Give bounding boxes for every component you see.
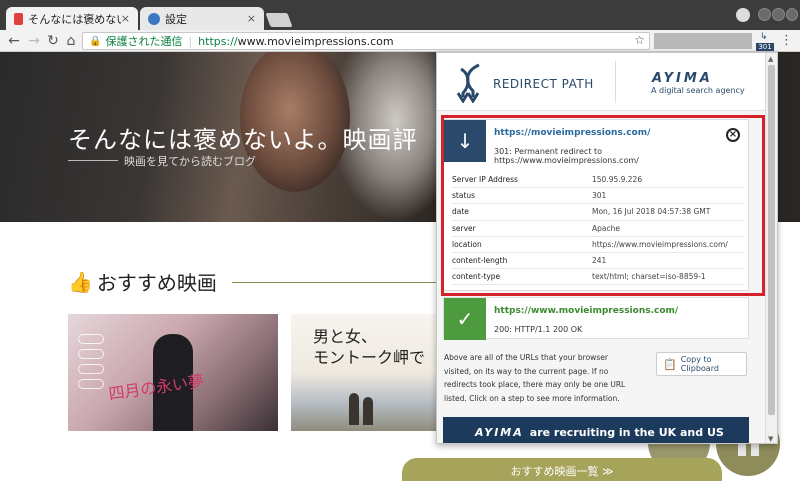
- redirect-path-logo-icon: [456, 63, 480, 103]
- bookmark-star-icon[interactable]: ☆: [634, 33, 645, 47]
- browser-toolbar: ← → ↻ ⌂ 🔒 保護された通信 | https://www.movieimp…: [0, 30, 800, 52]
- highlight-annotation: [441, 115, 765, 296]
- ayima-logo[interactable]: AYIMA: [652, 71, 713, 86]
- hero-banner: そんなには褒めないよ。映画評 映画を見てから読むブログ: [0, 52, 440, 222]
- tab-settings[interactable]: 設定 ×: [140, 7, 264, 30]
- movie-poster-1[interactable]: 四月の永い夢: [68, 314, 278, 431]
- gear-icon: [148, 12, 160, 25]
- banner-text: are recruiting in the UK and US: [529, 425, 724, 439]
- popup-scrollbar[interactable]: ▲ ▼: [765, 53, 777, 443]
- forward-arrow-icon[interactable]: →: [26, 33, 42, 49]
- tab-close-icon[interactable]: ×: [121, 12, 130, 25]
- lock-icon: 🔒: [89, 35, 102, 47]
- info-text: Above are all of the URLs that your brow…: [444, 353, 626, 403]
- address-bar[interactable]: 🔒 保護された通信 | https://www.movieimpressions…: [82, 32, 650, 50]
- browser-titlebar: そんなには褒めないよ。 × 設定 ×: [0, 0, 800, 30]
- movie-poster-2[interactable]: 男と女、 モントーク岬で: [291, 314, 441, 431]
- section-heading: 👍 おすすめ映画: [68, 267, 217, 296]
- redirect-path-extension-button[interactable]: ↳ 301: [756, 32, 774, 51]
- tab-movieimpressions[interactable]: そんなには褒めないよ。 ×: [6, 7, 138, 30]
- section-title-text: おすすめ映画: [96, 271, 217, 295]
- site-favicon-icon: [14, 12, 24, 25]
- close-window-button[interactable]: [786, 8, 798, 21]
- site-title[interactable]: そんなには褒めないよ。映画評: [68, 120, 418, 155]
- minimize-button[interactable]: [758, 8, 771, 21]
- checkmark-icon: ✓: [444, 298, 486, 340]
- popup-header: REDIRECT PATH AYIMA A digital search age…: [437, 53, 767, 111]
- redirect-path-title: REDIRECT PATH: [493, 77, 594, 91]
- poster-title: 男と女、 モントーク岬で: [313, 327, 426, 367]
- scroll-up-icon[interactable]: ▲: [768, 55, 773, 63]
- section-divider: [232, 282, 442, 283]
- reload-icon[interactable]: ↻: [45, 33, 61, 49]
- extension-area: [654, 33, 752, 49]
- redirect-hop-2[interactable]: ✓ https://www.movieimpressions.com/ 200:…: [443, 297, 749, 340]
- tab-title: そんなには褒めないよ。: [28, 12, 121, 26]
- redirect-path-popup: REDIRECT PATH AYIMA A digital search age…: [436, 52, 778, 444]
- extension-badge: 301: [756, 43, 774, 51]
- site-subtitle: 映画を見てから読むブログ: [124, 155, 256, 168]
- new-tab-button[interactable]: [265, 13, 293, 27]
- address-url: https://www.movieimpressions.com: [198, 34, 394, 48]
- ayima-banner-logo: AYIMA: [475, 425, 524, 439]
- ayima-tagline: A digital search agency: [651, 86, 745, 95]
- home-icon[interactable]: ⌂: [63, 33, 79, 49]
- scroll-down-icon[interactable]: ▼: [768, 435, 773, 443]
- header-divider: [615, 61, 616, 103]
- profile-icon[interactable]: [736, 8, 750, 22]
- recruiting-banner[interactable]: AYIMA are recruiting in the UK and US: [443, 417, 749, 443]
- tab-title: 設定: [165, 12, 187, 26]
- tab-close-icon[interactable]: ×: [247, 12, 256, 25]
- thumbs-up-icon: 👍: [68, 269, 93, 294]
- copy-to-clipboard-button[interactable]: 📋 Copy to Clipboard: [656, 352, 747, 376]
- browser-menu-icon[interactable]: ⋮: [780, 33, 793, 48]
- back-arrow-icon[interactable]: ←: [6, 33, 22, 49]
- address-separator: |: [188, 34, 193, 48]
- secure-label: 保護された通信: [105, 35, 183, 48]
- scrollbar-thumb[interactable]: [768, 65, 775, 415]
- redirect-path-icon: ↳: [760, 32, 768, 42]
- clipboard-icon: 📋: [663, 357, 677, 371]
- poster-figures: [343, 389, 379, 425]
- subtitle-line: [68, 160, 118, 161]
- hop-status: 200: HTTP/1.1 200 OK: [494, 325, 583, 334]
- hop-url[interactable]: https://www.movieimpressions.com/: [494, 306, 678, 316]
- more-movies-button[interactable]: おすすめ映画一覧 ≫: [402, 458, 722, 481]
- maximize-button[interactable]: [772, 8, 785, 21]
- copy-button-label: Copy to Clipboard: [680, 355, 719, 373]
- award-laurels-icon: [78, 334, 104, 404]
